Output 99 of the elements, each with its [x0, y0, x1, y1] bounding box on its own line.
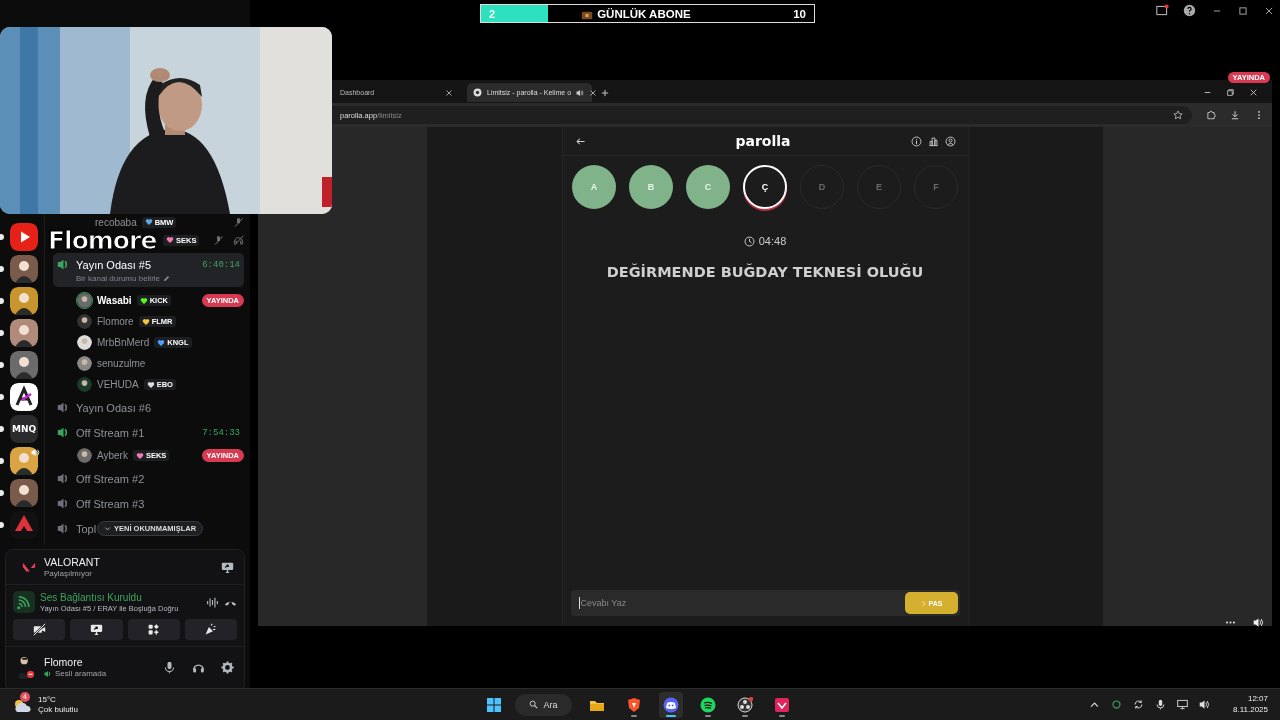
- connection-icon: [13, 591, 35, 613]
- member-name[interactable]: MrbBnMerd: [97, 337, 150, 348]
- start-icon[interactable]: [486, 696, 503, 713]
- pencil-icon[interactable]: [163, 275, 171, 282]
- speaker-icon[interactable]: [576, 88, 585, 97]
- info-icon[interactable]: [910, 135, 922, 147]
- screen-share-button[interactable]: [70, 619, 123, 640]
- restore-icon[interactable]: [1226, 88, 1235, 97]
- weather-description: Çok bulutlu: [38, 704, 79, 715]
- heart-app-icon: [773, 696, 790, 713]
- server-icon[interactable]: MNQ: [10, 415, 38, 443]
- countdown-timer: 04:48: [758, 235, 787, 247]
- activity-title: VALORANT: [44, 556, 100, 568]
- microphone-icon[interactable]: [163, 660, 176, 674]
- close-icon[interactable]: [589, 88, 598, 97]
- server-icon[interactable]: [10, 447, 38, 475]
- search-icon: [529, 700, 539, 709]
- help-icon[interactable]: [1183, 4, 1196, 17]
- member-name[interactable]: senuzulme: [97, 358, 146, 369]
- avatar-icon[interactable]: [16, 655, 36, 679]
- profile-icon[interactable]: [944, 135, 956, 147]
- chevron-down-icon: [104, 525, 111, 532]
- display-icon[interactable]: [1177, 699, 1188, 710]
- server-icon[interactable]: [10, 319, 38, 347]
- speaker-icon: [44, 669, 52, 678]
- server-icon[interactable]: [10, 479, 38, 507]
- spotify-icon: [699, 696, 716, 713]
- app-title: parolla: [735, 133, 791, 149]
- volume-icon[interactable]: [1253, 617, 1264, 628]
- elapsed-time: 6:40:14: [202, 259, 240, 270]
- letter-circle: C: [686, 165, 730, 209]
- extensions-icon[interactable]: [1206, 110, 1216, 120]
- play-logo-icon[interactable]: [10, 223, 38, 251]
- soundboard-icon: [204, 623, 218, 636]
- taskbar-app[interactable]: [658, 691, 683, 718]
- channel-name[interactable]: Topl: [76, 522, 97, 535]
- recorder-icon: [736, 696, 753, 713]
- member-name[interactable]: recobaba: [95, 216, 137, 228]
- chevron-up-icon[interactable]: [1089, 699, 1100, 710]
- connection-status[interactable]: Ses Bağlantısı Kuruldu: [40, 591, 179, 603]
- clock-icon: [743, 235, 755, 247]
- channel-status[interactable]: Bir kanal durumu belirle: [76, 274, 161, 283]
- clock-date[interactable]: 8.11.2025: [1233, 704, 1268, 715]
- maximize-icon[interactable]: [1238, 5, 1248, 16]
- back-arrow-icon[interactable]: [574, 135, 586, 147]
- chevron-right-icon: [919, 599, 927, 607]
- letter-circle: B: [629, 165, 673, 209]
- selected-channel[interactable]: Yayın Odası #5 6:40:14 Bir kanal durumu belirle: [53, 253, 244, 287]
- volume-icon[interactable]: [1199, 699, 1210, 710]
- bookmark-star-icon[interactable]: [1173, 110, 1183, 120]
- screen-share-icon[interactable]: [221, 560, 234, 574]
- channel-name[interactable]: Off Stream #2: [76, 472, 145, 485]
- temperature: 15°C: [38, 694, 57, 705]
- settings-icon[interactable]: [221, 660, 234, 674]
- user-name: Flomore: [44, 656, 84, 668]
- window-alert-icon[interactable]: [1156, 4, 1169, 17]
- goal-current: 2: [489, 7, 496, 20]
- goal-target: 10: [793, 7, 806, 20]
- controller-icon: [662, 696, 679, 713]
- elapsed-time: 7:54:33: [202, 427, 240, 438]
- microphone-icon[interactable]: [1155, 699, 1166, 710]
- member-name[interactable]: VEHUDA: [97, 379, 139, 390]
- status-icon[interactable]: [1111, 699, 1122, 710]
- close-icon[interactable]: [1249, 88, 1258, 97]
- new-tab-icon[interactable]: [600, 87, 610, 98]
- favicon-icon: [473, 88, 482, 97]
- member-name[interactable]: Wasabi: [97, 295, 132, 306]
- user-status: Sesli aramada: [55, 669, 107, 678]
- soundboard-button[interactable]: [184, 619, 237, 640]
- stats-icon[interactable]: [927, 135, 939, 147]
- sync-icon[interactable]: [1133, 699, 1144, 710]
- camera-off-button[interactable]: [13, 619, 66, 640]
- close-icon[interactable]: [445, 88, 453, 97]
- valorant-logo-icon: [22, 560, 36, 574]
- noise-suppression-icon[interactable]: [206, 595, 219, 609]
- download-icon[interactable]: [1230, 110, 1240, 120]
- channel-name[interactable]: Yayın Odası #6: [76, 401, 151, 414]
- streamer-name: Flomore: [48, 228, 157, 253]
- clock-time[interactable]: 12:07: [1233, 694, 1268, 705]
- letter-circle: A: [572, 165, 616, 209]
- channel-name[interactable]: Yayın Odası #5: [76, 258, 151, 271]
- goal-label: GÜNLÜK ABONE: [597, 7, 691, 20]
- question-text: DEĞİRMENDE BUĞDAY TEKNESİ OLUĞU: [606, 264, 924, 280]
- channel-name[interactable]: Off Stream #1: [76, 426, 145, 439]
- member-name[interactable]: Ayberk: [97, 450, 128, 461]
- activities-button[interactable]: [127, 619, 180, 640]
- camera-off-icon: [32, 623, 46, 636]
- close-icon[interactable]: [1264, 5, 1274, 16]
- lion-shield-icon: [625, 696, 642, 713]
- letter-circle: Ç: [743, 165, 787, 209]
- activities-icon: [147, 623, 161, 636]
- server-icon[interactable]: [10, 255, 38, 283]
- member-name[interactable]: Flomore: [97, 316, 134, 327]
- search-button[interactable]: Ara: [515, 693, 572, 716]
- activity-subtitle: Paylaşılmıyor: [44, 569, 93, 578]
- channel-name[interactable]: Off Stream #3: [76, 497, 145, 510]
- server-icon[interactable]: [10, 287, 38, 315]
- server-icon[interactable]: [10, 351, 38, 379]
- screen-share-icon: [89, 623, 103, 636]
